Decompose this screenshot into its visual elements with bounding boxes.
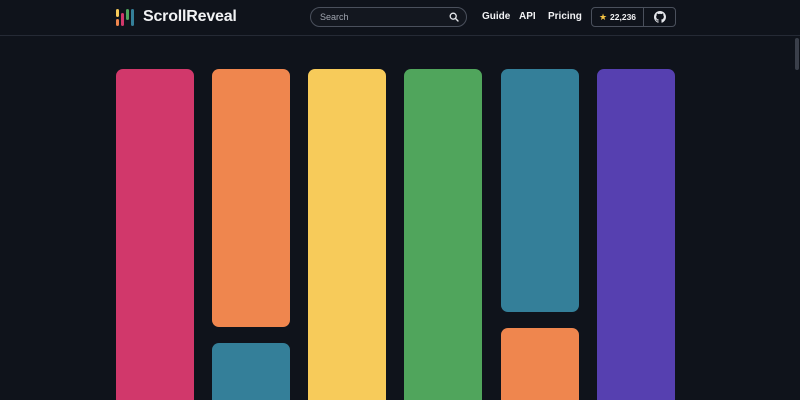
- search-box[interactable]: [310, 7, 467, 27]
- tile-orange: [212, 69, 290, 327]
- github-icon: [653, 11, 666, 23]
- brand-name: ScrollReveal: [143, 8, 237, 25]
- page: ScrollReveal Guide API Pricing ★ 22,236: [0, 0, 800, 400]
- repo-actions: ★ 22,236: [591, 7, 676, 27]
- search-input[interactable]: [320, 10, 445, 24]
- star-count: 22,236: [610, 12, 637, 22]
- nav-api[interactable]: API: [519, 11, 536, 22]
- tile-green: [404, 69, 482, 400]
- nav-pricing[interactable]: Pricing: [548, 11, 582, 22]
- scrollbar-thumb[interactable]: [795, 38, 799, 70]
- github-link-button[interactable]: [644, 8, 675, 26]
- tile-pink: [116, 69, 194, 400]
- page-scrollbar[interactable]: [794, 36, 800, 400]
- tile-yellow: [308, 69, 386, 400]
- tile-purple: [597, 69, 675, 400]
- tile-teal: [501, 69, 579, 312]
- star-icon: ★: [598, 11, 608, 22]
- scrollreveal-logo-icon: [116, 8, 136, 26]
- tile-teal-small: [212, 343, 290, 400]
- site-header: ScrollReveal Guide API Pricing ★ 22,236: [0, 0, 800, 36]
- nav-guide[interactable]: Guide: [482, 11, 510, 22]
- brand-logo[interactable]: ScrollReveal: [116, 8, 237, 26]
- github-stars-button[interactable]: ★ 22,236: [592, 8, 644, 26]
- tile-orange-small: [501, 328, 579, 400]
- search-icon[interactable]: [449, 12, 459, 22]
